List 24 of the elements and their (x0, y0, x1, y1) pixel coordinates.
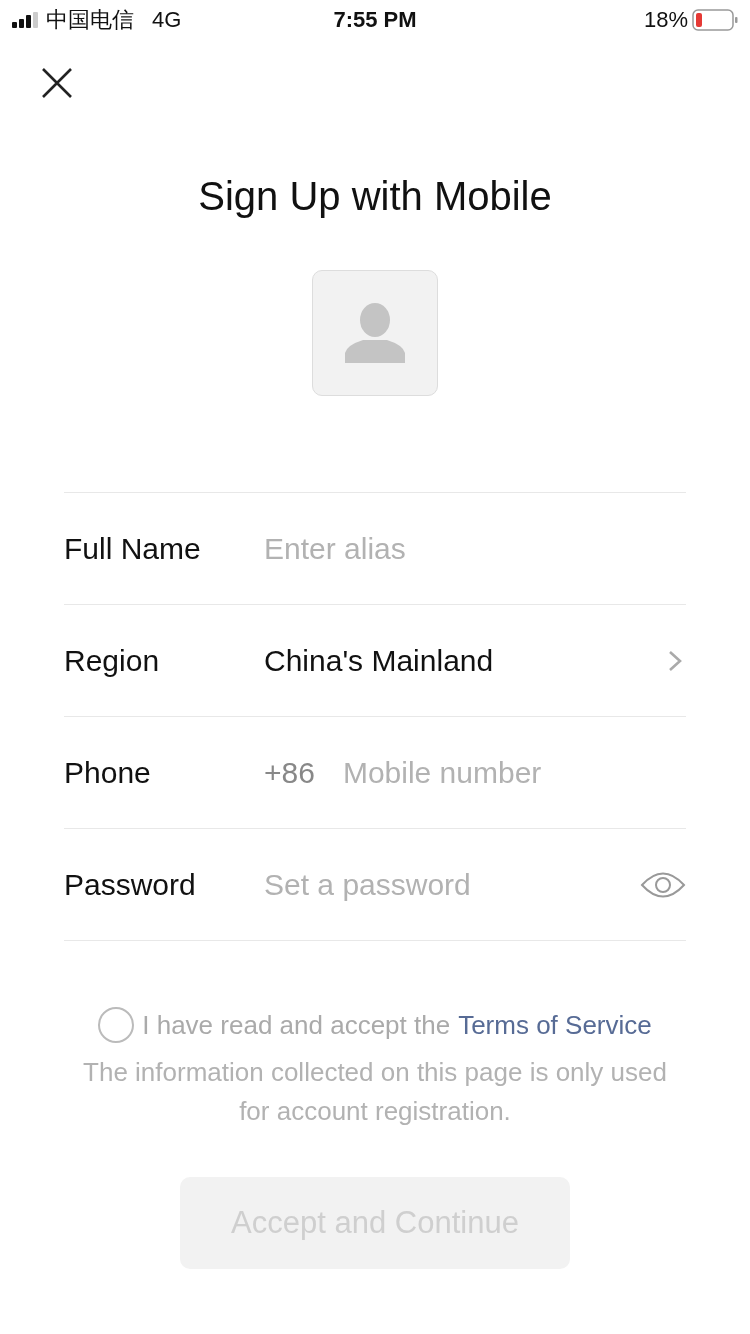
notice-text: The information collected on this page is only used for account registration. (82, 1056, 668, 1128)
person-icon (343, 303, 407, 363)
clock-time: 7:55 PM (333, 7, 417, 33)
phone-field[interactable]: Mobile number (342, 755, 686, 790)
field-label: Region (64, 643, 161, 678)
field-label: Phone (64, 755, 152, 790)
network-type: 4G (152, 7, 182, 33)
field-label: Password (64, 867, 197, 902)
signal-icon (12, 12, 38, 28)
name-field[interactable]: Enter alias (264, 531, 686, 566)
password-field[interactable]: Set a password (264, 867, 640, 902)
region-value[interactable]: China's Mainland (264, 643, 668, 678)
battery-percent: 18% (643, 7, 688, 33)
page-title: Sign Up with Mobile (198, 173, 552, 220)
agreement-text: I have read and accept the (142, 1009, 451, 1041)
country-code[interactable]: +86 (264, 755, 315, 790)
close-icon[interactable] (42, 68, 72, 98)
terms-link[interactable]: Terms of Service (458, 1009, 652, 1041)
battery-icon (692, 9, 738, 31)
field-label: Full Name (64, 531, 202, 566)
agree-checkbox[interactable] (98, 1007, 135, 1043)
chevron-icon[interactable] (668, 649, 682, 672)
avatar-upload[interactable] (312, 270, 438, 396)
carrier-name: 中国电信 (46, 6, 134, 34)
